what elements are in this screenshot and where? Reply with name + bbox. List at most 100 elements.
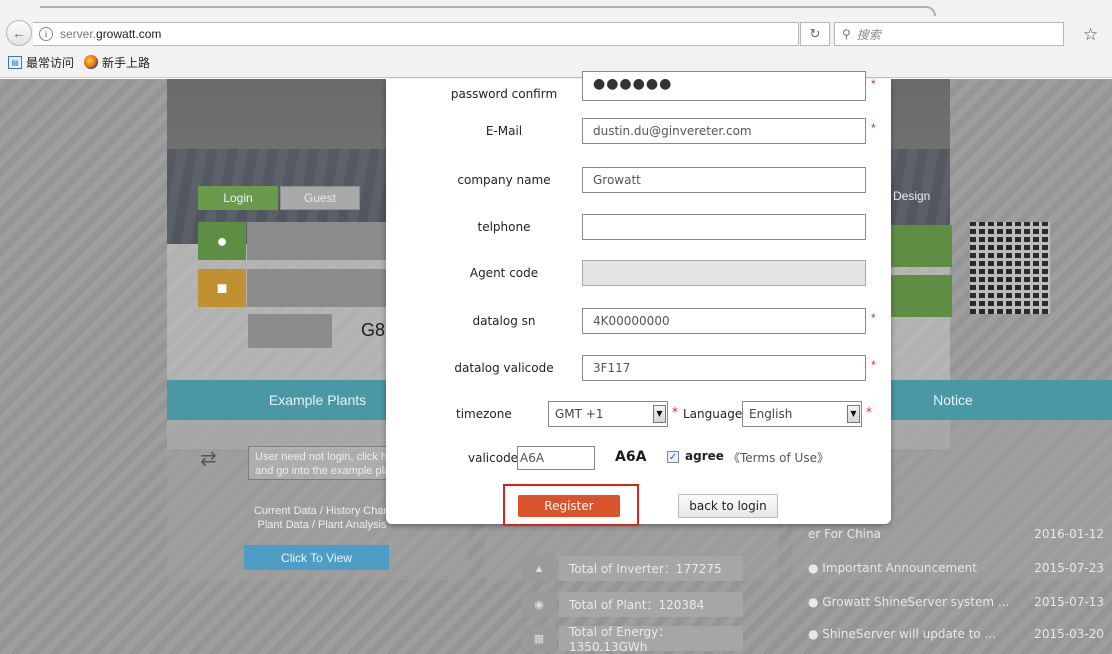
bookmark-getting-started[interactable]: 新手上路 xyxy=(102,54,150,71)
company-label: company name xyxy=(457,173,551,187)
dropdown-arrow-icon: ▼ xyxy=(847,405,860,423)
register-button[interactable]: Register xyxy=(518,495,620,517)
notice-title: ● Important Announcement xyxy=(808,561,977,575)
datalog-valicode-row: datalog valicode 3F117 * xyxy=(386,353,891,383)
datalog-sn-label: datalog sn xyxy=(472,314,536,328)
stat-inverter: Total of Inverter：177275 xyxy=(559,556,743,581)
address-bar[interactable]: i server.growatt.com xyxy=(33,22,799,46)
language-value: English xyxy=(749,407,793,421)
email-input[interactable]: dustin.du@ginvereter.com xyxy=(582,118,866,144)
user-icon: ● xyxy=(198,222,246,260)
datalog-sn-input[interactable]: 4K00000000 xyxy=(582,308,866,334)
search-bar[interactable]: ⚲ 搜索 xyxy=(834,22,1064,46)
language-select[interactable]: English ▼ xyxy=(742,401,862,427)
agree-label: agree xyxy=(685,449,724,463)
agent-code-row: Agent code xyxy=(386,258,891,288)
back-to-login-button[interactable]: back to login xyxy=(678,494,778,518)
stat-row: ▦ Total of Energy：1350.13GWh xyxy=(522,625,743,654)
search-icon: ⚲ xyxy=(842,27,851,41)
password-confirm-label: password confirm xyxy=(450,87,558,101)
notice-title: ● Growatt ShineServer system ... xyxy=(808,595,1008,609)
password-confirm-input[interactable]: ●●●●●● xyxy=(582,71,866,101)
stat-row: ▲ Total of Inverter：177275 xyxy=(522,556,743,581)
required-mark: * xyxy=(871,358,876,372)
design-label: Design xyxy=(893,189,931,203)
search-placeholder: 搜索 xyxy=(856,27,881,42)
notice-title: er For China xyxy=(808,527,881,541)
notice-date: 2015-07-23 xyxy=(1034,561,1104,575)
address-host: server. xyxy=(60,27,97,41)
tab-guest[interactable]: Guest xyxy=(280,186,360,210)
email-label: E-Mail xyxy=(485,124,523,138)
required-mark: * xyxy=(871,311,876,325)
tab-login[interactable]: Login xyxy=(198,186,278,210)
reload-icon: ↻ xyxy=(809,26,821,41)
username-field[interactable] xyxy=(247,222,387,260)
reload-button[interactable]: ↻ xyxy=(800,22,830,46)
valicode-image[interactable]: A6A xyxy=(615,449,646,465)
notice-item[interactable]: er For China 2016-01-12 xyxy=(808,527,1104,541)
bookmark-star-icon[interactable]: ☆ xyxy=(1083,25,1098,45)
stat-plant: Total of Plant：120384 xyxy=(559,592,743,617)
green-action-button[interactable] xyxy=(888,275,952,317)
browser-chrome: ← i server.growatt.com ↻ ⚲ 搜索 ☆ ▤ 最常访问 新… xyxy=(0,0,1112,78)
timezone-row: timezone GMT +1 ▼ * Language English ▼ * xyxy=(386,399,891,429)
email-row: E-Mail dustin.du@ginvereter.com * xyxy=(386,116,891,146)
company-row: company name Growatt xyxy=(386,165,891,195)
agree-checkbox[interactable]: ✓ xyxy=(667,451,679,463)
url-row: ← i server.growatt.com ↻ ⚲ 搜索 ☆ xyxy=(0,18,1112,50)
bookmarks-toolbar: ▤ 最常访问 新手上路 xyxy=(0,52,156,72)
notice-title: ● ShineServer will update to ... xyxy=(808,627,997,641)
timezone-select[interactable]: GMT +1 ▼ xyxy=(548,401,668,427)
notice-item[interactable]: ● Growatt ShineServer system ... 2015-07… xyxy=(808,595,1104,609)
telphone-label: telphone xyxy=(477,220,531,234)
green-action-button[interactable] xyxy=(888,225,952,267)
qr-code-icon xyxy=(970,222,1050,314)
required-mark: * xyxy=(871,77,876,91)
required-mark: * xyxy=(871,121,876,135)
datalog-valicode-input[interactable]: 3F117 xyxy=(582,355,866,381)
datalog-sn-row: datalog sn 4K00000000 * xyxy=(386,306,891,336)
language-label: Language xyxy=(683,407,743,421)
captcha-input[interactable] xyxy=(248,314,332,348)
back-button[interactable]: ← xyxy=(6,20,32,46)
registration-dialog: password confirm ●●●●●● * E-Mail dustin.… xyxy=(386,71,891,526)
click-to-view-button[interactable]: Click To View xyxy=(244,545,389,570)
timezone-label: timezone xyxy=(456,407,512,421)
arrow-left-icon: ← xyxy=(12,25,26,41)
lock-icon: ■ xyxy=(198,269,246,307)
captcha-code: G8 xyxy=(361,320,386,340)
info-icon[interactable]: i xyxy=(39,27,53,41)
bookmark-folder-icon: ▤ xyxy=(8,55,22,69)
inverter-icon: ▲ xyxy=(522,556,556,581)
plant-icon: ◉ xyxy=(522,592,556,617)
example-line: Current Data / History Chart xyxy=(253,505,391,517)
password-confirm-row: password confirm ●●●●●● * xyxy=(386,71,891,109)
bookmark-most-visited[interactable]: 最常访问 xyxy=(26,54,74,71)
valicode-input[interactable]: A6A xyxy=(517,446,595,470)
energy-icon: ▦ xyxy=(522,626,556,651)
example-line: Plant Data / Plant Analysis xyxy=(257,519,387,531)
timezone-value: GMT +1 xyxy=(555,407,604,421)
dropdown-arrow-icon: ▼ xyxy=(653,405,666,423)
telphone-input[interactable] xyxy=(582,214,866,240)
datalog-valicode-label: datalog valicode xyxy=(454,361,554,375)
address-text: server.growatt.com xyxy=(60,27,161,41)
stat-energy: Total of Energy：1350.13GWh xyxy=(559,625,743,654)
firefox-icon xyxy=(84,55,99,69)
required-mark: * xyxy=(866,405,872,419)
tab-strip xyxy=(0,0,1112,16)
notice-item[interactable]: ● Important Announcement 2015-07-23 xyxy=(808,561,1104,575)
valicode-label: valicode xyxy=(468,451,519,465)
password-confirm-value: ●●●●●● xyxy=(593,76,673,92)
notice-item[interactable]: ● ShineServer will update to ... 2015-03… xyxy=(808,627,1104,641)
address-domain: growatt.com xyxy=(96,27,162,41)
telphone-row: telphone xyxy=(386,212,891,242)
notice-date: 2016-01-12 xyxy=(1034,527,1104,541)
notice-date: 2015-03-20 xyxy=(1034,627,1104,641)
agent-code-label: Agent code xyxy=(469,266,539,280)
company-input[interactable]: Growatt xyxy=(582,167,866,193)
password-field[interactable] xyxy=(247,269,387,307)
notice-date: 2015-07-13 xyxy=(1034,595,1104,609)
terms-of-use-link[interactable]: 《Terms of Use》 xyxy=(728,449,829,466)
